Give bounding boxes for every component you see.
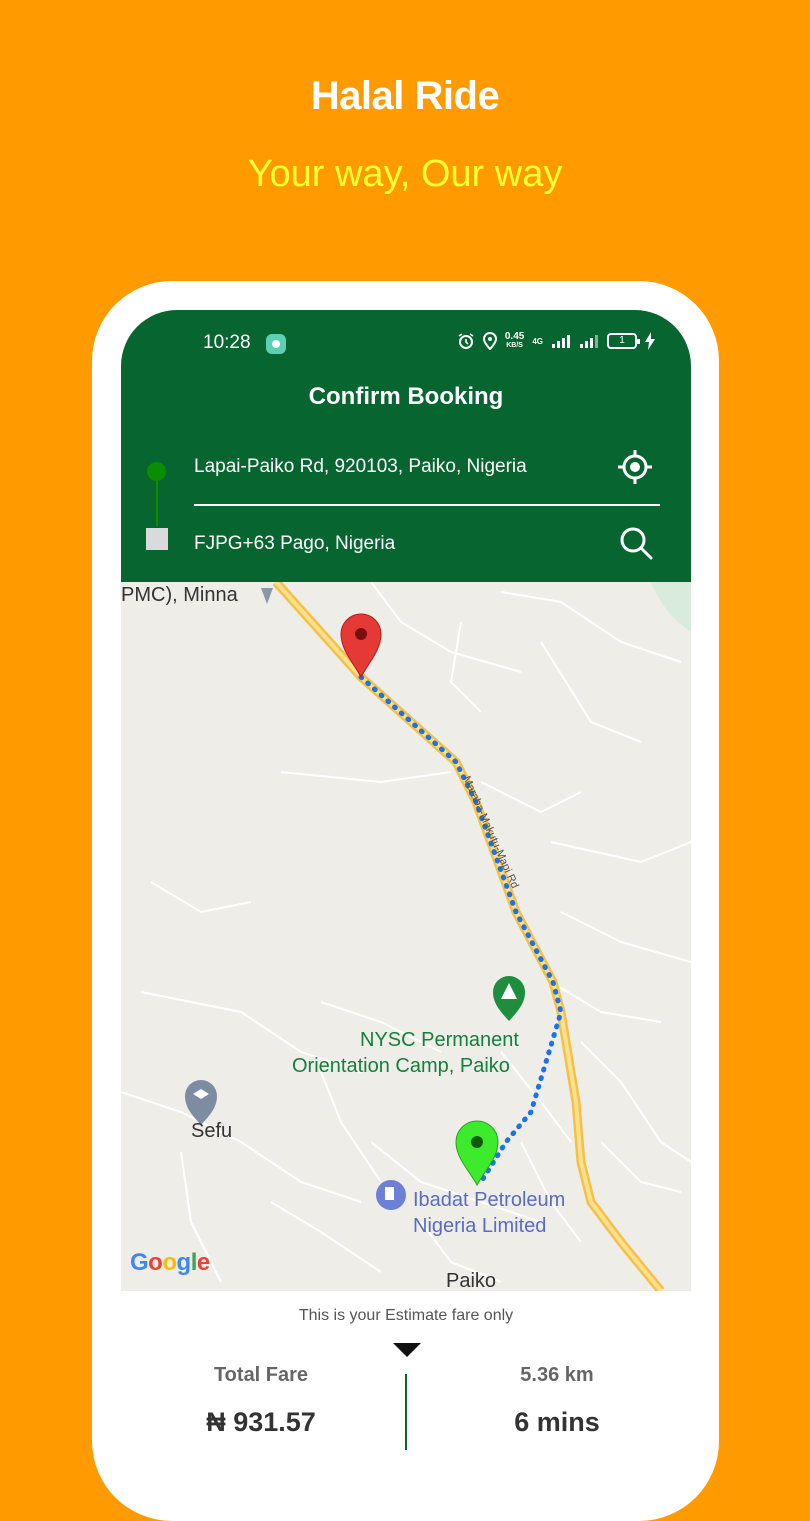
search-icon[interactable] (619, 526, 653, 560)
route-connector (156, 481, 158, 526)
pickup-location-field[interactable]: Lapai-Paiko Rd, 920103, Paiko, Nigeria (194, 456, 527, 478)
total-fare-label: Total Fare (213, 1364, 309, 1386)
status-icons: 0.45 KB/S 4G 1 (457, 332, 655, 350)
signal-icon-2 (580, 335, 598, 348)
network-type-label: 4G (532, 336, 543, 346)
status-time: 10:28 (203, 332, 251, 353)
phone-screen: 10:28 0.45 KB/S 4G 1 Confirm Booking Lap… (121, 310, 691, 1450)
map-label-sefu: Sefu (191, 1120, 233, 1142)
map-label-paiko: Paiko (446, 1270, 497, 1291)
origin-marker-icon (455, 1120, 499, 1187)
promo-subtitle: Your way, Our way (247, 153, 563, 195)
map-label-petrol-1: Ibadat Petroleum (413, 1189, 566, 1211)
location-status-icon (482, 332, 497, 350)
trip-distance: 5.36 km (520, 1364, 594, 1386)
network-speed: 0.45 KB/S (504, 331, 525, 350)
dropoff-location-field[interactable]: FJPG+63 Pago, Nigeria (194, 533, 395, 555)
camp-poi-icon (493, 976, 525, 1021)
total-fare-value: ₦ 931.57 (206, 1407, 316, 1437)
map-label-minna: PMC), Minna (121, 584, 238, 606)
map-canvas: Maraba-Makutu-Mapi Rd (121, 582, 691, 1291)
battery-icon: 1 (607, 333, 640, 349)
booking-header: 10:28 0.45 KB/S 4G 1 Confirm Booking Lap… (121, 310, 691, 582)
fare-divider (405, 1374, 407, 1450)
google-logo: Google (130, 1249, 210, 1276)
poi-marker-icon (261, 588, 273, 604)
promo-title: Halal Ride (310, 74, 500, 118)
estimate-note: This is your Estimate fare only (298, 1307, 514, 1324)
map-label-nysc-1: NYSC Permanent (360, 1029, 519, 1051)
alarm-icon (458, 333, 474, 349)
fare-panel: This is your Estimate fare only Total Fa… (121, 1291, 691, 1450)
map-label-nysc-2: Orientation Camp, Paiko (292, 1055, 510, 1077)
map-label-petrol-2: Nigeria Limited (413, 1215, 547, 1237)
dropoff-square-icon (146, 528, 168, 550)
road-name-label: Maraba-Makutu-Mapi Rd (460, 774, 520, 890)
school-poi-icon (185, 1080, 217, 1125)
page-title: Confirm Booking (308, 383, 504, 410)
petrol-station-poi-icon (376, 1180, 406, 1210)
my-location-icon[interactable] (617, 449, 653, 485)
charging-icon (645, 332, 655, 350)
pickup-dot-icon (147, 462, 166, 481)
notification-app-icon (266, 334, 286, 354)
caret-down-icon (393, 1343, 421, 1357)
route-map[interactable]: Maraba-Makutu-Mapi Rd PMC), Minna NYSC P… (121, 582, 691, 1291)
trip-duration: 6 mins (514, 1407, 600, 1437)
location-divider (194, 504, 660, 506)
signal-icon (552, 335, 570, 348)
